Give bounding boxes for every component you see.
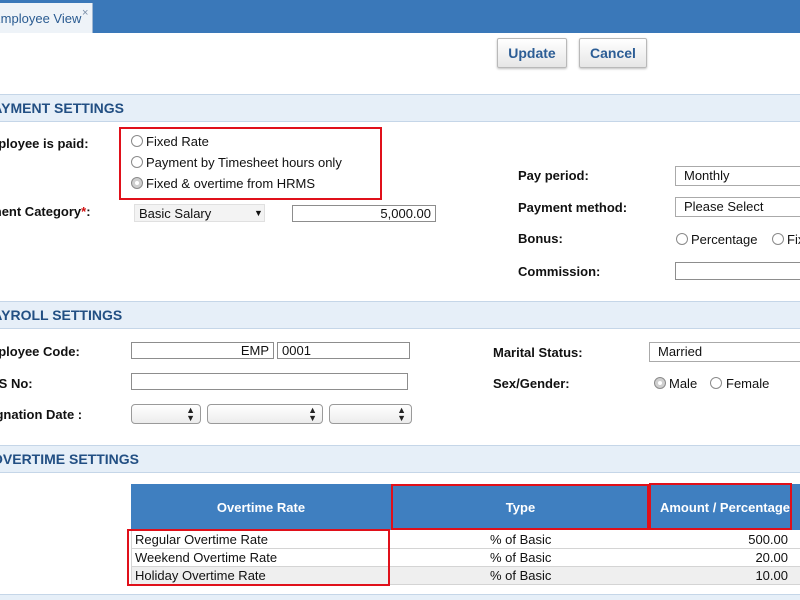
- footer-strip: [0, 594, 800, 600]
- employee-code-label: Employee Code:: [0, 344, 80, 359]
- payment-method-label: Payment method:: [518, 200, 628, 215]
- pay-period-select[interactable]: Monthly: [675, 166, 800, 186]
- close-icon[interactable]: ×: [82, 7, 88, 19]
- up-down-arrows-icon: ▲ ▼: [186, 405, 195, 423]
- radio-fixed-rate[interactable]: [131, 135, 143, 147]
- radio-label: Payment by Timesheet hours only: [146, 155, 342, 170]
- row-amount: 500.00: [748, 532, 788, 547]
- radio-label: Fixed Rate: [146, 134, 209, 149]
- section-title: PAYROLL SETTINGS: [0, 307, 123, 323]
- radio-fixed-overtime[interactable]: [131, 177, 143, 189]
- tab-employee-view[interactable]: Employee View ×: [0, 3, 93, 33]
- radio-timesheet-hours[interactable]: [131, 156, 143, 168]
- resignation-year-select[interactable]: ▲ ▼: [329, 404, 412, 424]
- resignation-month-select[interactable]: ▲ ▼: [207, 404, 323, 424]
- pay-period-label: Pay period:: [518, 168, 589, 183]
- select-value: Basic Salary: [139, 206, 212, 221]
- resignation-date-label: Resignation Date :: [0, 407, 83, 422]
- ss-no-input[interactable]: [131, 373, 408, 390]
- cancel-button[interactable]: Cancel: [579, 38, 647, 68]
- gender-label: Sex/Gender:: [493, 376, 570, 391]
- row-amount: 20.00: [755, 550, 788, 565]
- employee-code-prefix-input[interactable]: EMP: [131, 342, 274, 359]
- payment-settings-header: PAYMENT SETTINGS: [0, 94, 800, 122]
- payment-method-select[interactable]: Please Select: [675, 197, 800, 217]
- payroll-settings-header: PAYROLL SETTINGS: [0, 301, 800, 329]
- resignation-day-select[interactable]: ▲ ▼: [131, 404, 201, 424]
- radio-female[interactable]: [710, 377, 722, 389]
- row-type: % of Basic: [490, 568, 552, 583]
- tab-bar: [0, 0, 800, 33]
- radio-label: Percentage: [691, 232, 758, 247]
- employee-code-number-input[interactable]: 0001: [277, 342, 410, 359]
- dropdown-arrow-icon: ▼: [254, 208, 263, 218]
- row-amount: 10.00: [755, 568, 788, 583]
- radio-bonus-percentage[interactable]: [676, 233, 688, 245]
- section-title: OVERTIME SETTINGS: [0, 451, 140, 467]
- up-down-arrows-icon: ▲ ▼: [308, 405, 317, 423]
- overtime-settings-header: OVERTIME SETTINGS: [0, 445, 800, 473]
- section-title: PAYMENT SETTINGS: [0, 100, 125, 116]
- payment-category-select[interactable]: Basic Salary ▼: [134, 204, 265, 222]
- highlight-box: [649, 483, 792, 530]
- highlight-box: [127, 529, 390, 586]
- marital-status-select[interactable]: Married: [649, 342, 800, 362]
- bonus-label: Bonus:: [518, 231, 563, 246]
- employee-paid-label: Employee is paid:: [0, 136, 89, 151]
- commission-label: Commission:: [518, 264, 601, 279]
- row-type: % of Basic: [490, 550, 552, 565]
- commission-input[interactable]: [675, 262, 800, 280]
- update-button[interactable]: Update: [497, 38, 567, 68]
- payment-category-label: Payment Category*:: [0, 204, 91, 219]
- radio-label: Fixed: [787, 232, 800, 247]
- radio-male[interactable]: [654, 377, 666, 389]
- radio-bonus-fixed[interactable]: [772, 233, 784, 245]
- column-header-overtime-rate: Overtime Rate: [131, 484, 392, 530]
- row-type: % of Basic: [490, 532, 552, 547]
- amount-input[interactable]: 5,000.00: [292, 205, 436, 222]
- radio-label: Female: [726, 376, 770, 391]
- up-down-arrows-icon: ▲ ▼: [397, 405, 406, 423]
- tab-label: Employee View: [0, 11, 82, 26]
- radio-label: Male: [669, 376, 698, 391]
- radio-label: Fixed & overtime from HRMS: [146, 176, 316, 191]
- marital-status-label: Marital Status:: [493, 345, 583, 360]
- ss-no-label: SS No:: [0, 376, 33, 391]
- highlight-box: [391, 484, 649, 530]
